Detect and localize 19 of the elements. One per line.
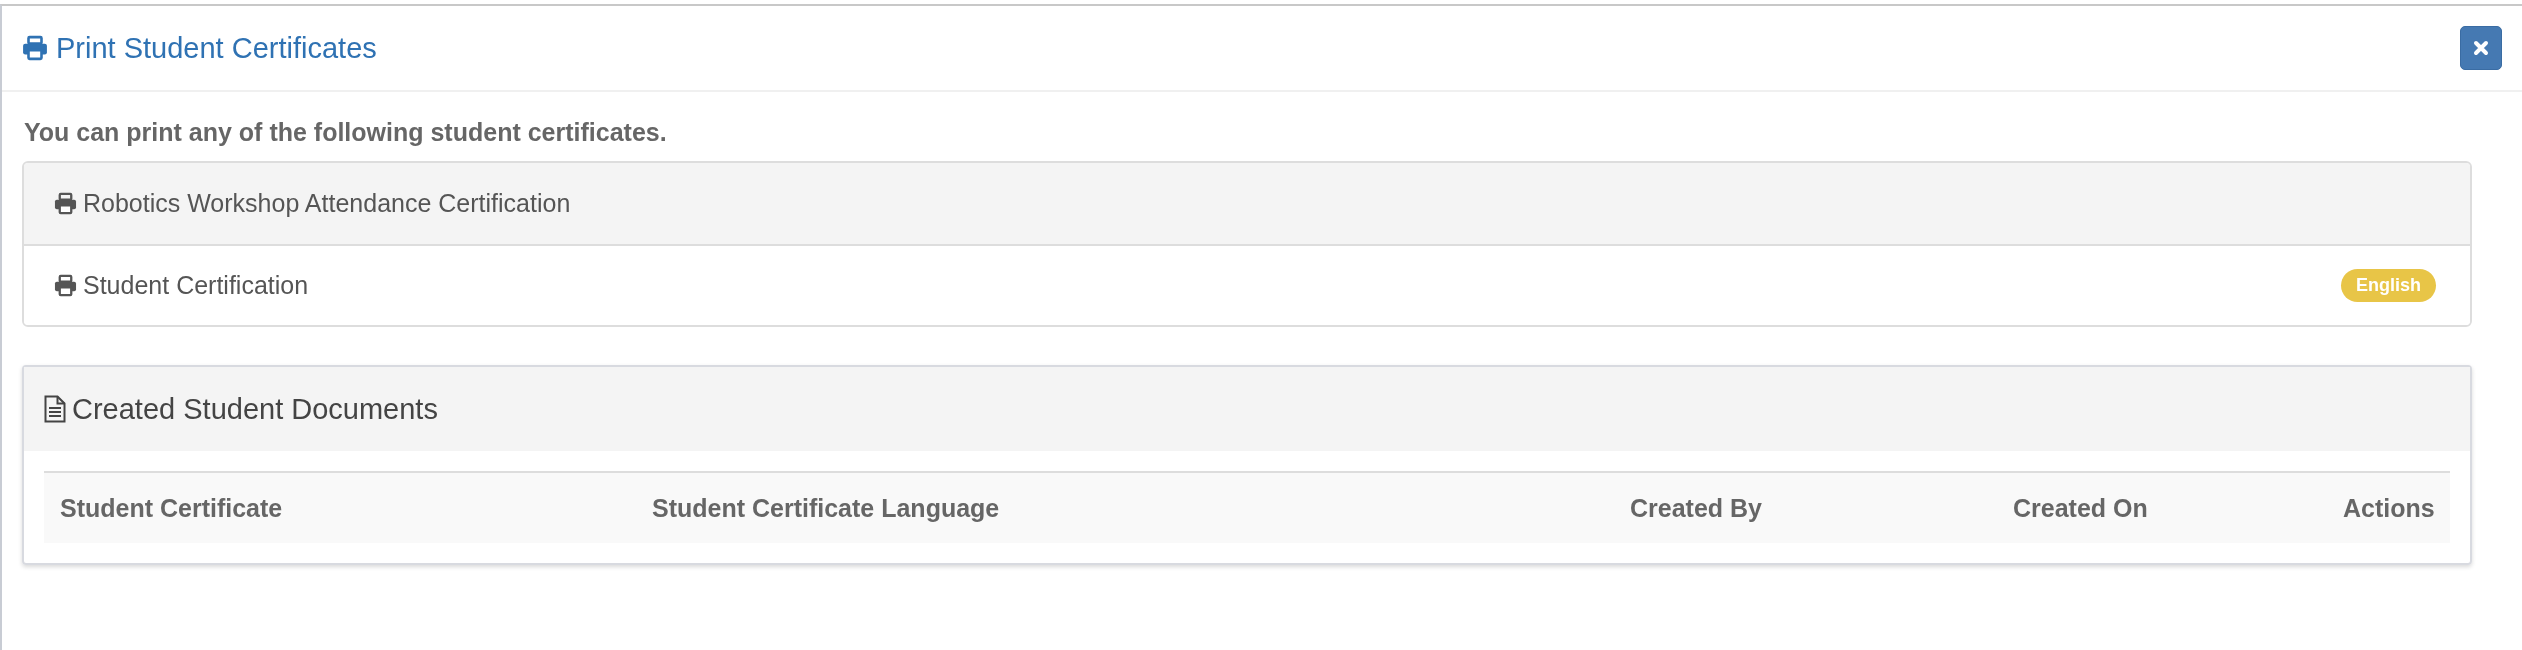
printer-icon: [54, 274, 77, 297]
printer-icon: [22, 35, 48, 61]
language-badge: English: [2341, 269, 2436, 302]
panel-title: Created Student Documents: [72, 392, 438, 426]
column-header: Created By: [1629, 493, 1763, 523]
close-icon: [2473, 40, 2489, 56]
column-header: Student Certificate: [59, 493, 284, 523]
close-button[interactable]: [2460, 26, 2502, 70]
column-header: Created On: [2012, 493, 2149, 523]
certificate-item[interactable]: Robotics Workshop Attendance Certification: [24, 163, 2470, 244]
printer-icon: [54, 192, 77, 215]
certificate-label: Student Certification: [83, 271, 309, 300]
column-header: Student Certificate Language: [651, 493, 1001, 523]
document-icon: [44, 395, 66, 423]
certificate-item[interactable]: Student Certification English: [24, 244, 2470, 325]
intro-text: You can print any of the following student certificates.: [24, 118, 668, 147]
modal-title: Print Student Certificates: [56, 31, 377, 65]
column-header: Actions: [2342, 493, 2436, 523]
certificate-label: Robotics Workshop Attendance Certification: [83, 189, 571, 218]
